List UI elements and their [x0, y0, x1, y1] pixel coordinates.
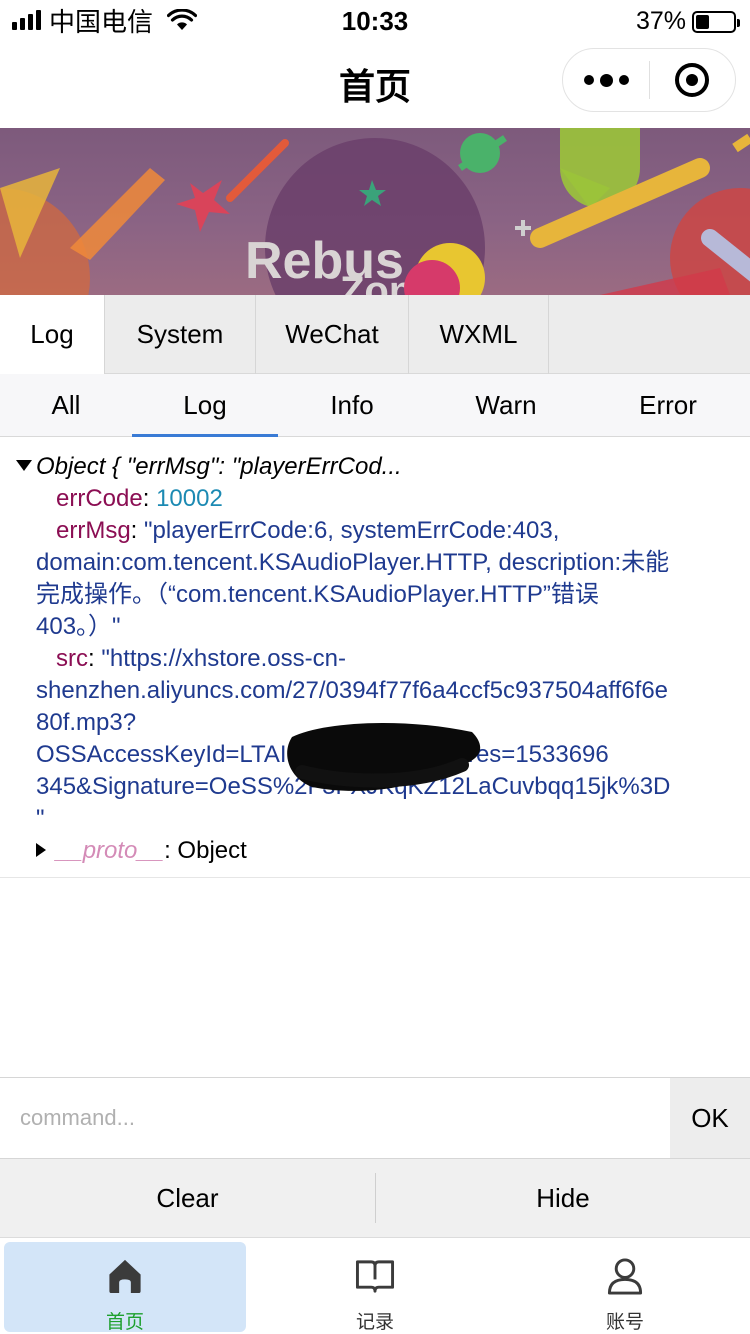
object-header[interactable]: Object { "errMsg": "playerErrCod... — [16, 451, 402, 483]
filter-error[interactable]: Error — [586, 374, 750, 436]
errcode-value: 10002 — [156, 485, 223, 512]
command-input[interactable] — [20, 1078, 650, 1158]
menu-capsule — [562, 48, 736, 112]
book-icon — [355, 1260, 395, 1293]
banner-image: Rebus Zone — [0, 128, 750, 295]
home-icon — [109, 1259, 141, 1294]
errmsg-value-line4: 403。）" — [36, 613, 121, 640]
errcode-key: errCode — [56, 485, 143, 512]
filter-info[interactable]: Info — [278, 374, 426, 436]
src-value-line2: shenzhen.aliyuncs.com/27/0394f77f6a4ccf5… — [36, 677, 669, 704]
errcode-row: errCode: 10002 — [56, 485, 223, 512]
console-actions: Clear Hide — [0, 1159, 750, 1238]
src-value-line3: 80f.mp3? — [36, 709, 137, 736]
proto-value: : Object — [164, 837, 247, 864]
errmsg-value-line3: 完成操作。（“com.tencent.KSAudioPlayer.HTTP”错误 — [36, 581, 599, 608]
user-icon — [607, 1258, 643, 1295]
log-entry: Object { "errMsg": "playerErrCod... errC… — [0, 437, 750, 878]
tabbar-label-home: 首页 — [105, 1311, 144, 1333]
target-close-icon[interactable] — [650, 49, 735, 111]
clear-button[interactable]: Clear — [0, 1159, 375, 1238]
src-key: src — [56, 645, 88, 672]
status-bar: 中国电信 10:33 37% — [0, 0, 750, 40]
tabbar-item-records[interactable]: 记录 — [250, 1238, 500, 1334]
battery-icon — [692, 10, 740, 33]
tabbar-item-home[interactable]: 首页 — [0, 1238, 250, 1334]
battery-percent: 37% — [635, 7, 686, 35]
bottom-tab-bar: 首页 记录 账号 — [0, 1238, 750, 1334]
tabbar-item-account[interactable]: 账号 — [500, 1238, 750, 1334]
log-panel: Object { "errMsg": "playerErrCod... errC… — [0, 437, 750, 1077]
filter-log[interactable]: Log — [132, 374, 278, 437]
collapse-triangle-icon[interactable] — [36, 843, 46, 857]
more-dots-icon[interactable] — [563, 49, 649, 111]
tab-wxml[interactable]: WXML — [409, 295, 549, 374]
tabbar-label-account: 账号 — [605, 1311, 644, 1333]
tab-wechat[interactable]: WeChat — [256, 295, 409, 374]
proto-key: __proto__ — [56, 837, 165, 864]
tabbar-label-records: 记录 — [355, 1311, 394, 1333]
log-filter-tabs: All Log Info Warn Error — [0, 374, 750, 437]
object-summary: Object { "errMsg": "playerErrCod... — [36, 453, 402, 480]
expand-triangle-icon[interactable] — [16, 460, 32, 471]
proto-row[interactable]: __proto__: Object — [36, 835, 247, 867]
debug-tabs: Log System WeChat WXML — [0, 295, 750, 374]
tab-log[interactable]: Log — [0, 295, 105, 374]
errmsg-value-line1: "playerErrCode:6, systemErrCode:403, — [144, 517, 560, 544]
tab-system[interactable]: System — [105, 295, 256, 374]
status-right: 37% — [635, 7, 740, 36]
src-value-line6: " — [36, 805, 45, 832]
ok-button[interactable]: OK — [670, 1078, 750, 1158]
src-row: src: "https://xhstore.oss-cn- — [56, 645, 346, 672]
errmsg-key: errMsg — [56, 517, 131, 544]
nav-bar: 首页 — [0, 40, 750, 128]
src-value-line1: "https://xhstore.oss-cn- — [101, 645, 346, 672]
errmsg-row: errMsg: "playerErrCode:6, systemErrCode:… — [56, 517, 560, 544]
redaction-smudge — [287, 722, 481, 791]
hide-button[interactable]: Hide — [376, 1159, 750, 1238]
filter-all[interactable]: All — [0, 374, 132, 436]
errmsg-value-line2: domain:com.tencent.KSAudioPlayer.HTTP, d… — [36, 549, 670, 576]
command-bar: OK — [0, 1077, 750, 1159]
filter-warn[interactable]: Warn — [426, 374, 586, 436]
